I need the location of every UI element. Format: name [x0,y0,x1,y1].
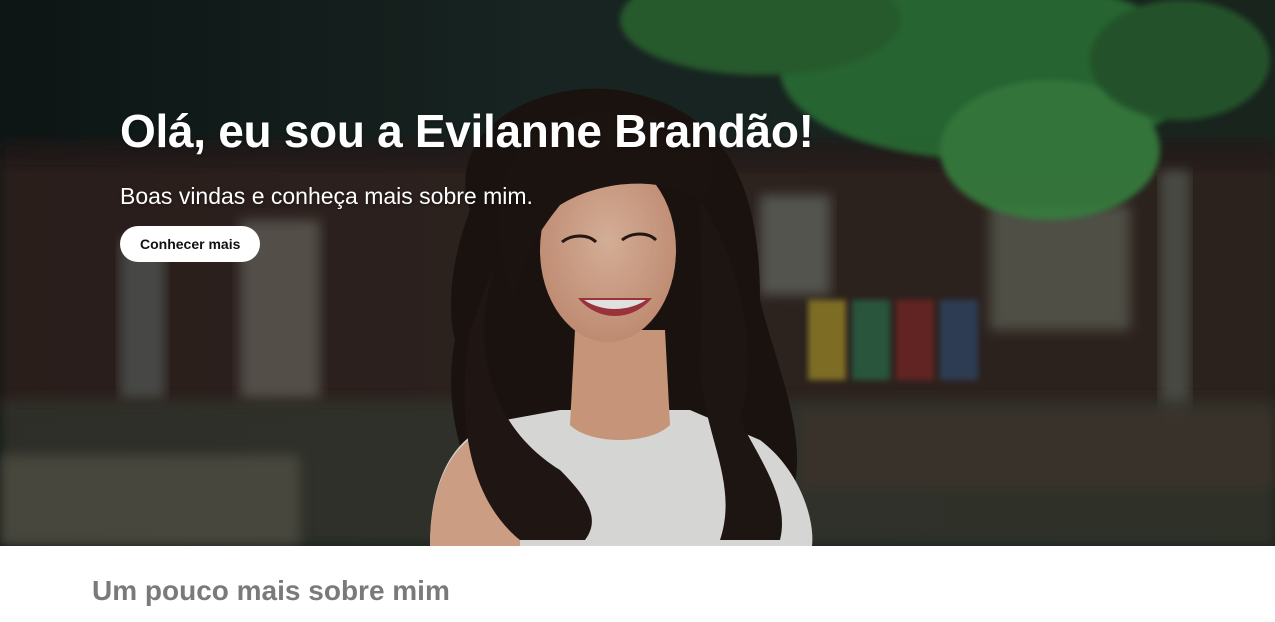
learn-more-button[interactable]: Conhecer mais [120,226,261,262]
hero-title: Olá, eu sou a Evilanne Brandão! [120,105,814,157]
hero-subtitle: Boas vindas e conheça mais sobre mim. [120,183,533,209]
about-section: Um pouco mais sobre mim [0,546,1275,622]
hero-section: Olá, eu sou a Evilanne Brandão! Boas vin… [0,0,1275,546]
hero-background-photo [0,0,1275,546]
about-heading: Um pouco mais sobre mim [92,575,450,606]
hero-content: Olá, eu sou a Evilanne Brandão! Boas vin… [120,104,814,262]
